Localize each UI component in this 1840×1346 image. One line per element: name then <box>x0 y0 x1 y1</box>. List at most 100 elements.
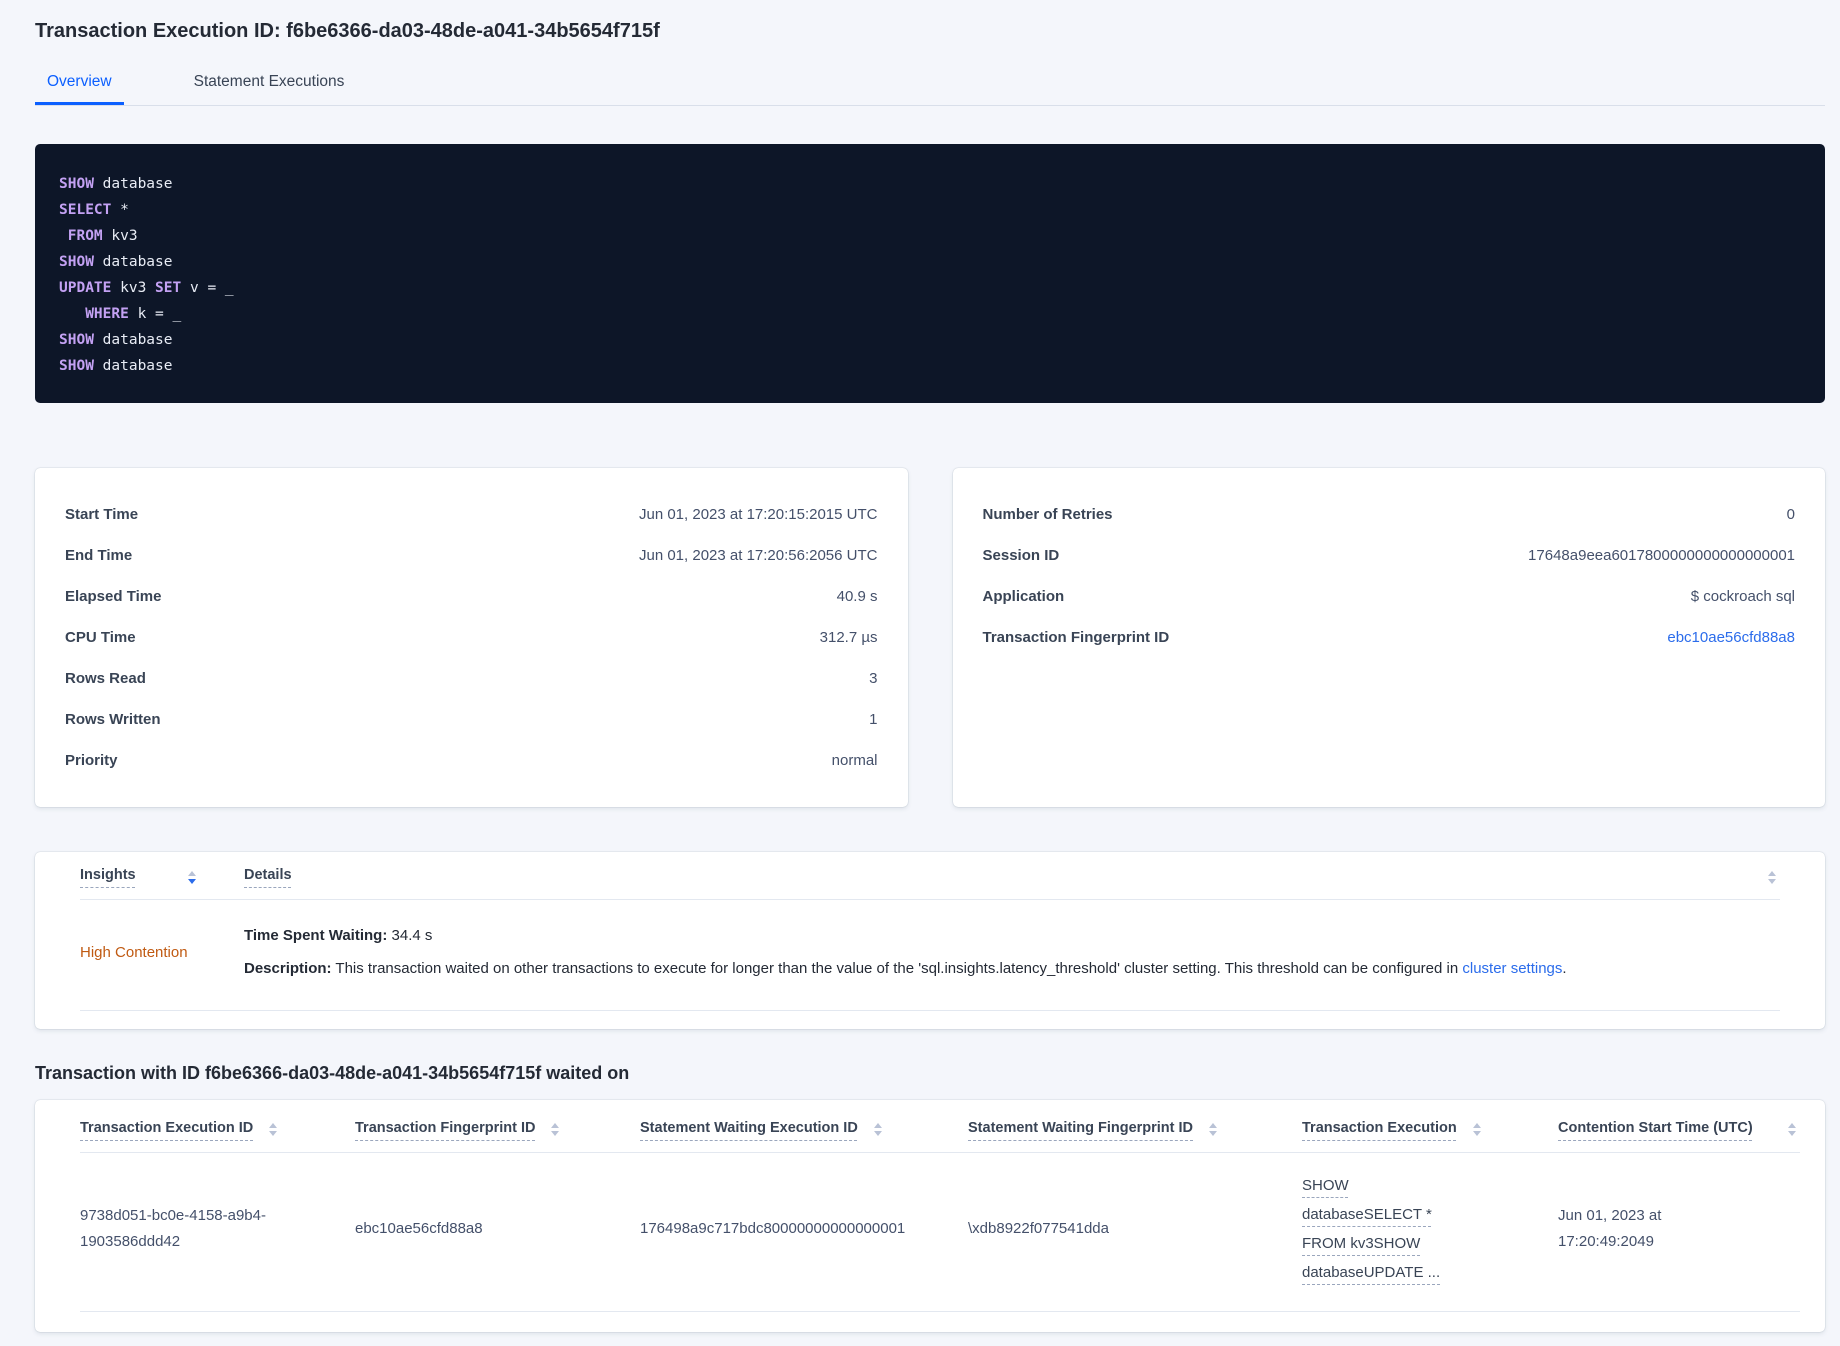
row-rows-read: Rows Read 3 <box>65 658 878 699</box>
sql-token: * <box>111 202 129 218</box>
start-time-label: Start Time <box>65 506 139 523</box>
row-start-time: Start Time Jun 01, 2023 at 17:20:15:2015… <box>65 494 878 535</box>
priority-value: normal <box>831 752 878 769</box>
cluster-settings-link[interactable]: cluster settings <box>1462 960 1562 977</box>
tab-overview[interactable]: Overview <box>35 60 124 105</box>
cell-statement-waiting-execution-id: 176498a9c717bdc80000000000000001 <box>640 1220 906 1237</box>
summary-cards-row: Start Time Jun 01, 2023 at 17:20:15:2015… <box>35 468 1825 807</box>
application-label: Application <box>982 588 1065 605</box>
transaction-sql-statements: SHOW database SELECT * FROM kv3 SHOW datab… <box>35 144 1825 403</box>
waited-on-heading: Transaction with ID f6be6366-da03-48de-a… <box>35 1063 630 1083</box>
sort-icon <box>1209 1123 1218 1136</box>
sort-icon <box>551 1123 560 1136</box>
page-title: Transaction Execution ID: f6be6366-da03-… <box>35 20 660 42</box>
priority-label: Priority <box>65 752 118 769</box>
row-end-time: End Time Jun 01, 2023 at 17:20:56:2056 U… <box>65 535 878 576</box>
insight-type-badge: High Contention <box>80 944 188 961</box>
transaction-execution-link[interactable]: SHOW databaseSELECT * FROM kv3SHOW datab… <box>1302 1177 1440 1281</box>
start-time-value: Jun 01, 2023 at 17:20:15:2015 UTC <box>638 506 878 523</box>
sql-keyword: SHOW <box>59 358 94 374</box>
description-line: Description: This transaction waited on … <box>244 960 1567 977</box>
row-session-id: Session ID 17648a9eea6017800000000000000… <box>983 535 1796 576</box>
tab-statement-executions[interactable]: Statement Executions <box>182 60 357 105</box>
elapsed-time-label: Elapsed Time <box>65 588 162 605</box>
sql-line: SELECT * <box>59 197 1801 223</box>
session-id-label: Session ID <box>982 547 1060 564</box>
rows-read-label: Rows Read <box>65 670 146 687</box>
timing-summary-card: Start Time Jun 01, 2023 at 17:20:15:2015… <box>35 468 908 807</box>
sql-token: k = _ <box>128 306 182 322</box>
sql-line: UPDATE kv3 SET v = _ <box>59 275 1801 301</box>
sql-keyword: SELECT <box>59 202 112 218</box>
row-priority: Priority normal <box>65 740 878 781</box>
column-header-transaction-execution[interactable]: Transaction Execution <box>1302 1100 1558 1152</box>
details-column-header[interactable]: Details <box>244 852 1750 899</box>
rows-written-value: 1 <box>869 711 878 728</box>
cell-transaction-fingerprint-id: ebc10ae56cfd88a8 <box>355 1220 483 1237</box>
rows-read-value: 3 <box>869 670 878 687</box>
row-transaction-fingerprint-id: Transaction Fingerprint ID ebc10ae56cfd8… <box>983 617 1796 658</box>
sql-keyword: SHOW <box>59 176 94 192</box>
waited-on-table-row: 9738d051-bc0e-4158-a9b4-1903586ddd42 ebc… <box>80 1153 1800 1312</box>
insight-details: Time Spent Waiting: 34.4 s Description: … <box>244 925 1750 980</box>
sql-line: SHOW database <box>59 327 1801 353</box>
end-time-value: Jun 01, 2023 at 17:20:56:2056 UTC <box>638 547 878 564</box>
row-cpu-time: CPU Time 312.7 µs <box>65 617 878 658</box>
rows-written-label: Rows Written <box>65 711 161 728</box>
session-id-value: 17648a9eea6017800000000000000001 <box>1528 547 1795 564</box>
column-header-transaction-execution-id[interactable]: Transaction Execution ID <box>80 1100 355 1152</box>
sql-token: database <box>93 176 173 192</box>
cell-statement-waiting-fingerprint-id: \xdb8922f077541dda <box>968 1220 1109 1237</box>
insight-row-high-contention: High Contention Time Spent Waiting: 34.4… <box>80 900 1780 1011</box>
cpu-time-value: 312.7 µs <box>819 629 878 646</box>
cell-transaction-execution: SHOW databaseSELECT * FROM kv3SHOW datab… <box>1302 1171 1558 1287</box>
tab-bar: Overview Statement Executions <box>35 60 1825 106</box>
sql-token: database <box>93 332 173 348</box>
sql-keyword: UPDATE <box>59 280 112 296</box>
session-summary-card: Number of Retries 0 Session ID 17648a9ee… <box>952 468 1825 807</box>
sql-token: kv3 <box>102 228 138 244</box>
transaction-fingerprint-label: Transaction Fingerprint ID <box>982 629 1170 646</box>
sql-line: SHOW database <box>59 353 1801 379</box>
sql-token: v = _ <box>181 280 234 296</box>
waited-on-table-header: Transaction Execution ID Transaction Fin… <box>80 1100 1800 1153</box>
waited-on-table-card: Transaction Execution ID Transaction Fin… <box>35 1100 1825 1332</box>
sql-token: kv3 <box>111 280 156 296</box>
column-header-contention-start-time[interactable]: Contention Start Time (UTC) <box>1558 1100 1800 1152</box>
insights-table-sort-control[interactable] <box>1750 852 1780 899</box>
elapsed-time-value: 40.9 s <box>836 588 878 605</box>
sql-keyword: SHOW <box>59 332 94 348</box>
sql-line: WHERE k = _ <box>59 301 1801 327</box>
end-time-label: End Time <box>65 547 133 564</box>
column-header-statement-waiting-execution-id[interactable]: Statement Waiting Execution ID <box>640 1100 968 1152</box>
insights-table-header: Insights Details <box>80 852 1780 900</box>
sort-icon <box>1472 1123 1481 1136</box>
sort-icon <box>1768 870 1776 884</box>
cell-transaction-execution-id: 9738d051-bc0e-4158-a9b4-1903586ddd42 <box>80 1207 266 1250</box>
retries-label: Number of Retries <box>982 506 1113 523</box>
row-number-of-retries: Number of Retries 0 <box>983 494 1796 535</box>
sql-line: SHOW database <box>59 171 1801 197</box>
transaction-fingerprint-link[interactable]: ebc10ae56cfd88a8 <box>1667 629 1795 646</box>
sql-keyword: SHOW <box>59 254 94 270</box>
transaction-details-page: Transaction Execution ID: f6be6366-da03-… <box>0 0 1840 1346</box>
sort-icon <box>1788 1123 1796 1136</box>
sql-token: database <box>93 358 173 374</box>
time-spent-waiting-line: Time Spent Waiting: 34.4 s <box>244 927 433 944</box>
cell-contention-start-time: Jun 01, 2023 at 17:20:49:2049 <box>1558 1207 1662 1250</box>
sql-token: database <box>93 254 173 270</box>
column-header-transaction-fingerprint-id[interactable]: Transaction Fingerprint ID <box>355 1100 640 1152</box>
row-rows-written: Rows Written 1 <box>65 699 878 740</box>
column-header-statement-waiting-fingerprint-id[interactable]: Statement Waiting Fingerprint ID <box>968 1100 1302 1152</box>
sort-icon <box>187 870 196 884</box>
insights-column-header[interactable]: Insights <box>80 852 244 899</box>
sql-keyword: WHERE <box>85 306 129 322</box>
retries-value: 0 <box>1786 506 1795 523</box>
application-value: $ cockroach sql <box>1690 588 1795 605</box>
sql-line: SHOW database <box>59 249 1801 275</box>
insights-table-card: Insights Details High Contention Time Sp… <box>35 852 1825 1029</box>
cpu-time-label: CPU Time <box>65 629 136 646</box>
sort-icon <box>873 1123 882 1136</box>
